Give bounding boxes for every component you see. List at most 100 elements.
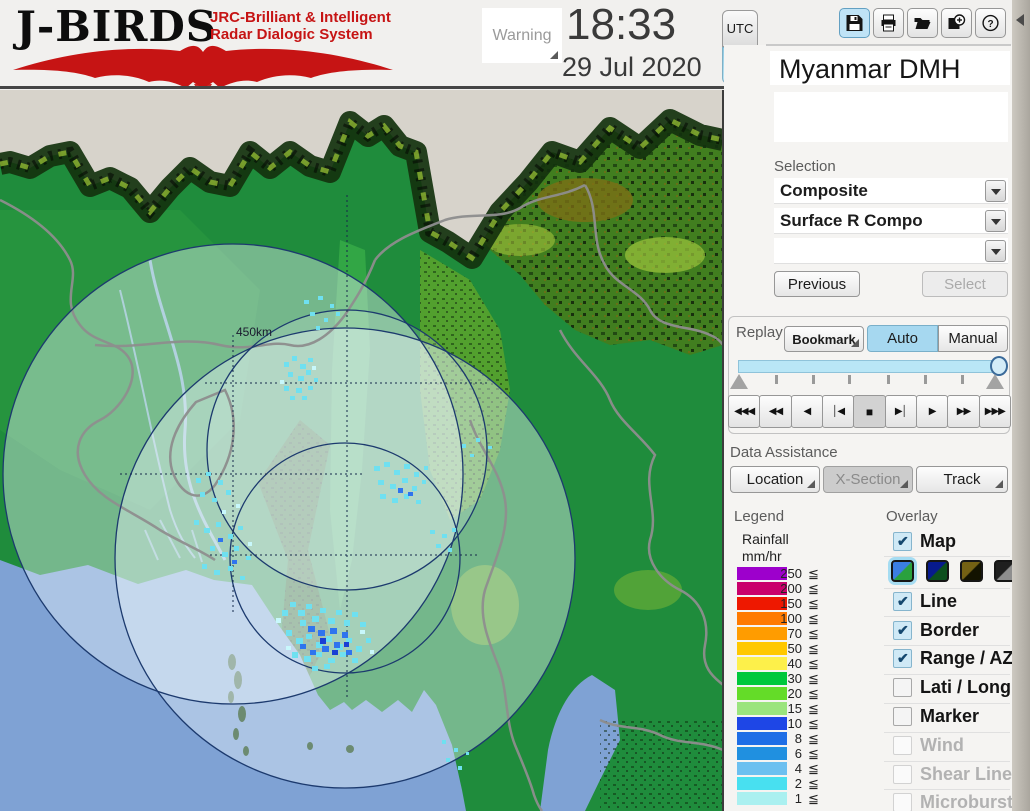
stop-button[interactable]: ■ <box>853 395 886 428</box>
play-reverse-button[interactable]: ◀ <box>790 395 823 428</box>
panel-top-divider <box>766 44 1011 46</box>
overlay-item-line[interactable]: Line <box>886 591 1010 615</box>
save-button[interactable] <box>839 8 870 38</box>
legend-label: Legend <box>734 508 785 525</box>
select-label: Select <box>944 275 986 293</box>
legend-threshold-value: 50 <box>787 641 802 656</box>
overlay-divider <box>884 645 1010 646</box>
x-section-button[interactable]: X-Section <box>823 466 913 493</box>
legend-lte-symbol: ≦ <box>808 626 819 641</box>
legend-lte-symbol: ≦ <box>808 776 819 791</box>
overlay-item-map[interactable]: Map <box>886 531 1010 555</box>
timeline-tick <box>924 375 927 384</box>
panel-collapse-strip[interactable] <box>1012 0 1030 811</box>
skip-first-button[interactable]: ◀◀◀ <box>728 395 761 428</box>
print-button[interactable] <box>873 8 904 38</box>
radar-map[interactable]: 450km <box>0 90 723 811</box>
map-style-swatch-1[interactable] <box>891 560 914 582</box>
legend-lte-symbol: ≦ <box>808 716 819 731</box>
overlay-item-range-az[interactable]: Range / AZ <box>886 648 1013 672</box>
legend-threshold-value: 30 <box>787 671 802 686</box>
overlay-divider <box>884 556 1010 557</box>
step-back-button[interactable]: │◀ <box>821 395 855 428</box>
legend-unit-line1: Rainfall <box>742 531 789 547</box>
bookmark-button[interactable]: Bookmark <box>784 326 864 352</box>
map-style-swatch-3[interactable] <box>960 560 983 582</box>
manual-mode-button[interactable]: Manual <box>938 325 1008 352</box>
overlay-divider <box>884 616 1010 617</box>
auto-label: Auto <box>887 330 918 347</box>
timeline-start-marker[interactable] <box>730 374 748 389</box>
map-terrain: 450km <box>0 90 723 811</box>
add-window-button[interactable] <box>941 8 972 38</box>
warning-button[interactable]: Warning <box>482 8 562 63</box>
chevron-down-icon[interactable] <box>985 240 1006 262</box>
select-button[interactable]: Select <box>922 271 1008 297</box>
chevron-down-icon[interactable] <box>985 210 1006 232</box>
fast-rewind-button[interactable]: ◀◀ <box>759 395 792 428</box>
playback-controls: ◀◀◀ ◀◀ ◀ │◀ ■ ▶│ ▶ ▶▶ ▶▶▶ <box>728 395 1011 428</box>
lati-long-checkbox[interactable] <box>893 678 912 697</box>
clock-date: 29 Jul 2020 <box>562 52 702 82</box>
legend-lte-symbol: ≦ <box>808 686 819 701</box>
fast-forward-button[interactable]: ▶▶ <box>947 395 980 428</box>
help-button[interactable]: ? <box>975 8 1006 38</box>
add-window-icon <box>948 14 966 29</box>
title-input[interactable] <box>774 92 1008 142</box>
selection-dropdown-2-value: Surface R Compo <box>780 211 923 230</box>
overlay-item-label: Lati / Long <box>920 677 1011 697</box>
track-button[interactable]: Track <box>916 466 1008 493</box>
timezone-utc-button[interactable]: UTC <box>722 10 758 47</box>
range-az-checkbox[interactable] <box>893 649 912 668</box>
overlay-item-lati-long[interactable]: Lati / Long <box>886 677 1011 701</box>
timeline-tick <box>961 375 964 384</box>
overlay-divider <box>884 703 1010 704</box>
legend-threshold-value: 100 <box>780 611 802 626</box>
x-section-label: X-Section <box>835 471 901 488</box>
legend-lte-symbol: ≦ <box>808 641 819 656</box>
eagle-logo-icon <box>13 45 393 88</box>
border-checkbox[interactable] <box>893 621 912 640</box>
previous-button[interactable]: Previous <box>774 271 860 297</box>
map-style-swatch-2[interactable] <box>926 560 949 582</box>
overlay-divider <box>884 789 1010 790</box>
legend-lte-symbol: ≦ <box>808 701 819 716</box>
org-name: Myanmar DMH <box>779 54 961 84</box>
line-checkbox[interactable] <box>893 592 912 611</box>
map-checkbox[interactable] <box>893 532 912 551</box>
location-label: Location <box>746 471 804 488</box>
legend-lte-symbol: ≦ <box>808 611 819 626</box>
overlay-item-border[interactable]: Border <box>886 620 1010 644</box>
logo-tagline-line1: JRC-Brilliant & Intelligent <box>210 9 391 26</box>
timeline-tick <box>812 375 815 384</box>
legend-threshold-value: 70 <box>787 626 802 641</box>
logo-tagline-line2: Radar Dialogic System <box>210 26 373 43</box>
track-label: Track <box>943 471 981 488</box>
selection-dropdown-1-value: Composite <box>780 181 868 200</box>
range-ring-label: 450km <box>236 325 272 339</box>
play-button[interactable]: ▶ <box>915 395 949 428</box>
selection-label: Selection <box>774 158 836 175</box>
skip-last-button[interactable]: ▶▶▶ <box>978 395 1011 428</box>
folder-open-icon <box>914 18 931 29</box>
auto-mode-button[interactable]: Auto <box>867 325 938 352</box>
timeline-end-marker[interactable] <box>986 374 1004 389</box>
chevron-down-icon[interactable] <box>985 180 1006 202</box>
replay-timeline-slider[interactable] <box>738 360 1000 373</box>
selection-dropdown-2[interactable]: Surface R Compo <box>774 208 1008 234</box>
location-button[interactable]: Location <box>730 466 820 493</box>
open-folder-button[interactable] <box>907 8 938 38</box>
legend-threshold-value: 4 <box>794 761 802 776</box>
legend-unit-line2: mm/hr <box>742 548 782 564</box>
legend-threshold-value: 1 <box>794 791 802 806</box>
overlay-item-marker[interactable]: Marker <box>886 706 1010 730</box>
replay-label: Replay <box>736 324 783 341</box>
step-forward-button[interactable]: ▶│ <box>884 395 917 428</box>
legend-lte-symbol: ≦ <box>808 656 819 671</box>
replay-slider-thumb[interactable] <box>990 356 1008 376</box>
legend-threshold-value: 250 <box>780 566 802 581</box>
selection-dropdown-1[interactable]: Composite <box>774 178 1008 204</box>
overlay-item-wind: Wind <box>886 735 1010 759</box>
marker-checkbox[interactable] <box>893 707 912 726</box>
selection-dropdown-3[interactable] <box>774 238 1008 264</box>
